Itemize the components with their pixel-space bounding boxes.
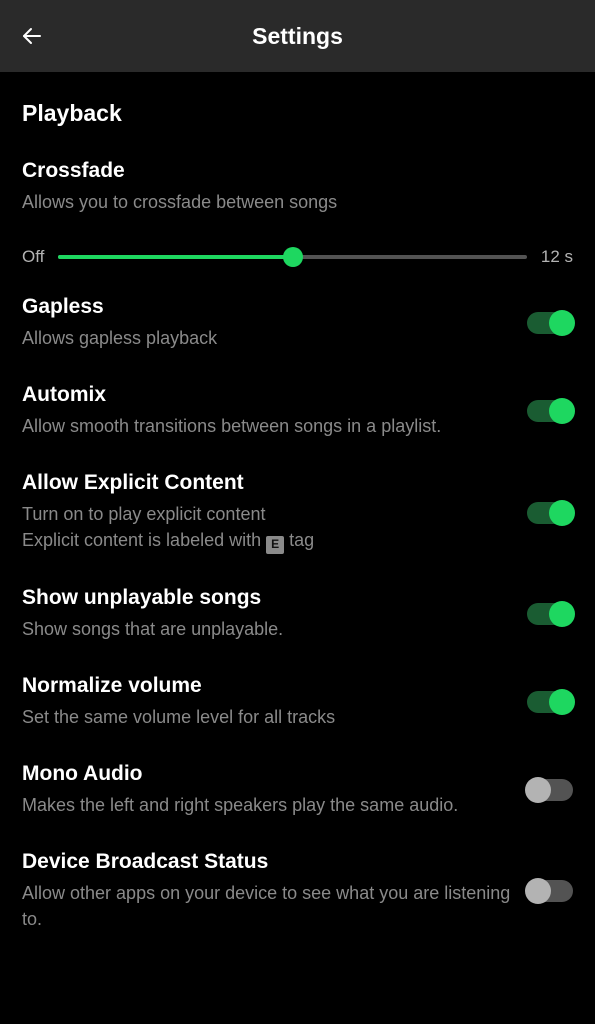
- broadcast-desc: Allow other apps on your device to see w…: [22, 880, 511, 932]
- mono-toggle[interactable]: [527, 779, 573, 801]
- unplayable-toggle[interactable]: [527, 603, 573, 625]
- crossfade-slider-min-label: Off: [22, 247, 44, 267]
- setting-crossfade: Crossfade Allows you to crossfade betwee…: [22, 159, 573, 269]
- unplayable-title: Show unplayable songs: [22, 586, 511, 610]
- back-icon[interactable]: [20, 24, 44, 48]
- crossfade-title: Crossfade: [22, 159, 573, 183]
- unplayable-desc: Show songs that are unplayable.: [22, 616, 511, 642]
- crossfade-slider-row: Off 12 s: [22, 245, 573, 269]
- setting-normalize: Normalize volume Set the same volume lev…: [22, 674, 573, 730]
- setting-explicit: Allow Explicit Content Turn on to play e…: [22, 471, 573, 554]
- explicit-tag-icon: E: [266, 536, 284, 554]
- explicit-desc-line2-pre: Explicit content is labeled with: [22, 530, 266, 550]
- crossfade-desc: Allows you to crossfade between songs: [22, 189, 573, 215]
- page-title: Settings: [0, 23, 595, 50]
- section-title-playback: Playback: [22, 100, 573, 127]
- automix-desc: Allow smooth transitions between songs i…: [22, 413, 511, 439]
- explicit-desc-line2-suf: tag: [284, 530, 314, 550]
- explicit-desc-line1: Turn on to play explicit content: [22, 504, 265, 524]
- explicit-title: Allow Explicit Content: [22, 471, 511, 495]
- mono-title: Mono Audio: [22, 762, 511, 786]
- crossfade-slider-max-label: 12 s: [541, 247, 573, 267]
- mono-desc: Makes the left and right speakers play t…: [22, 792, 511, 818]
- explicit-toggle[interactable]: [527, 502, 573, 524]
- crossfade-slider[interactable]: [58, 245, 526, 269]
- header-bar: Settings: [0, 0, 595, 72]
- explicit-desc: Turn on to play explicit content Explici…: [22, 501, 511, 554]
- setting-mono: Mono Audio Makes the left and right spea…: [22, 762, 573, 818]
- content-area: Playback Crossfade Allows you to crossfa…: [0, 72, 595, 933]
- broadcast-toggle[interactable]: [527, 880, 573, 902]
- broadcast-title: Device Broadcast Status: [22, 850, 511, 874]
- normalize-desc: Set the same volume level for all tracks: [22, 704, 511, 730]
- gapless-desc: Allows gapless playback: [22, 325, 511, 351]
- gapless-title: Gapless: [22, 295, 511, 319]
- setting-gapless: Gapless Allows gapless playback: [22, 295, 573, 351]
- setting-broadcast: Device Broadcast Status Allow other apps…: [22, 850, 573, 932]
- setting-automix: Automix Allow smooth transitions between…: [22, 383, 573, 439]
- setting-unplayable: Show unplayable songs Show songs that ar…: [22, 586, 573, 642]
- normalize-title: Normalize volume: [22, 674, 511, 698]
- normalize-toggle[interactable]: [527, 691, 573, 713]
- automix-toggle[interactable]: [527, 400, 573, 422]
- automix-title: Automix: [22, 383, 511, 407]
- gapless-toggle[interactable]: [527, 312, 573, 334]
